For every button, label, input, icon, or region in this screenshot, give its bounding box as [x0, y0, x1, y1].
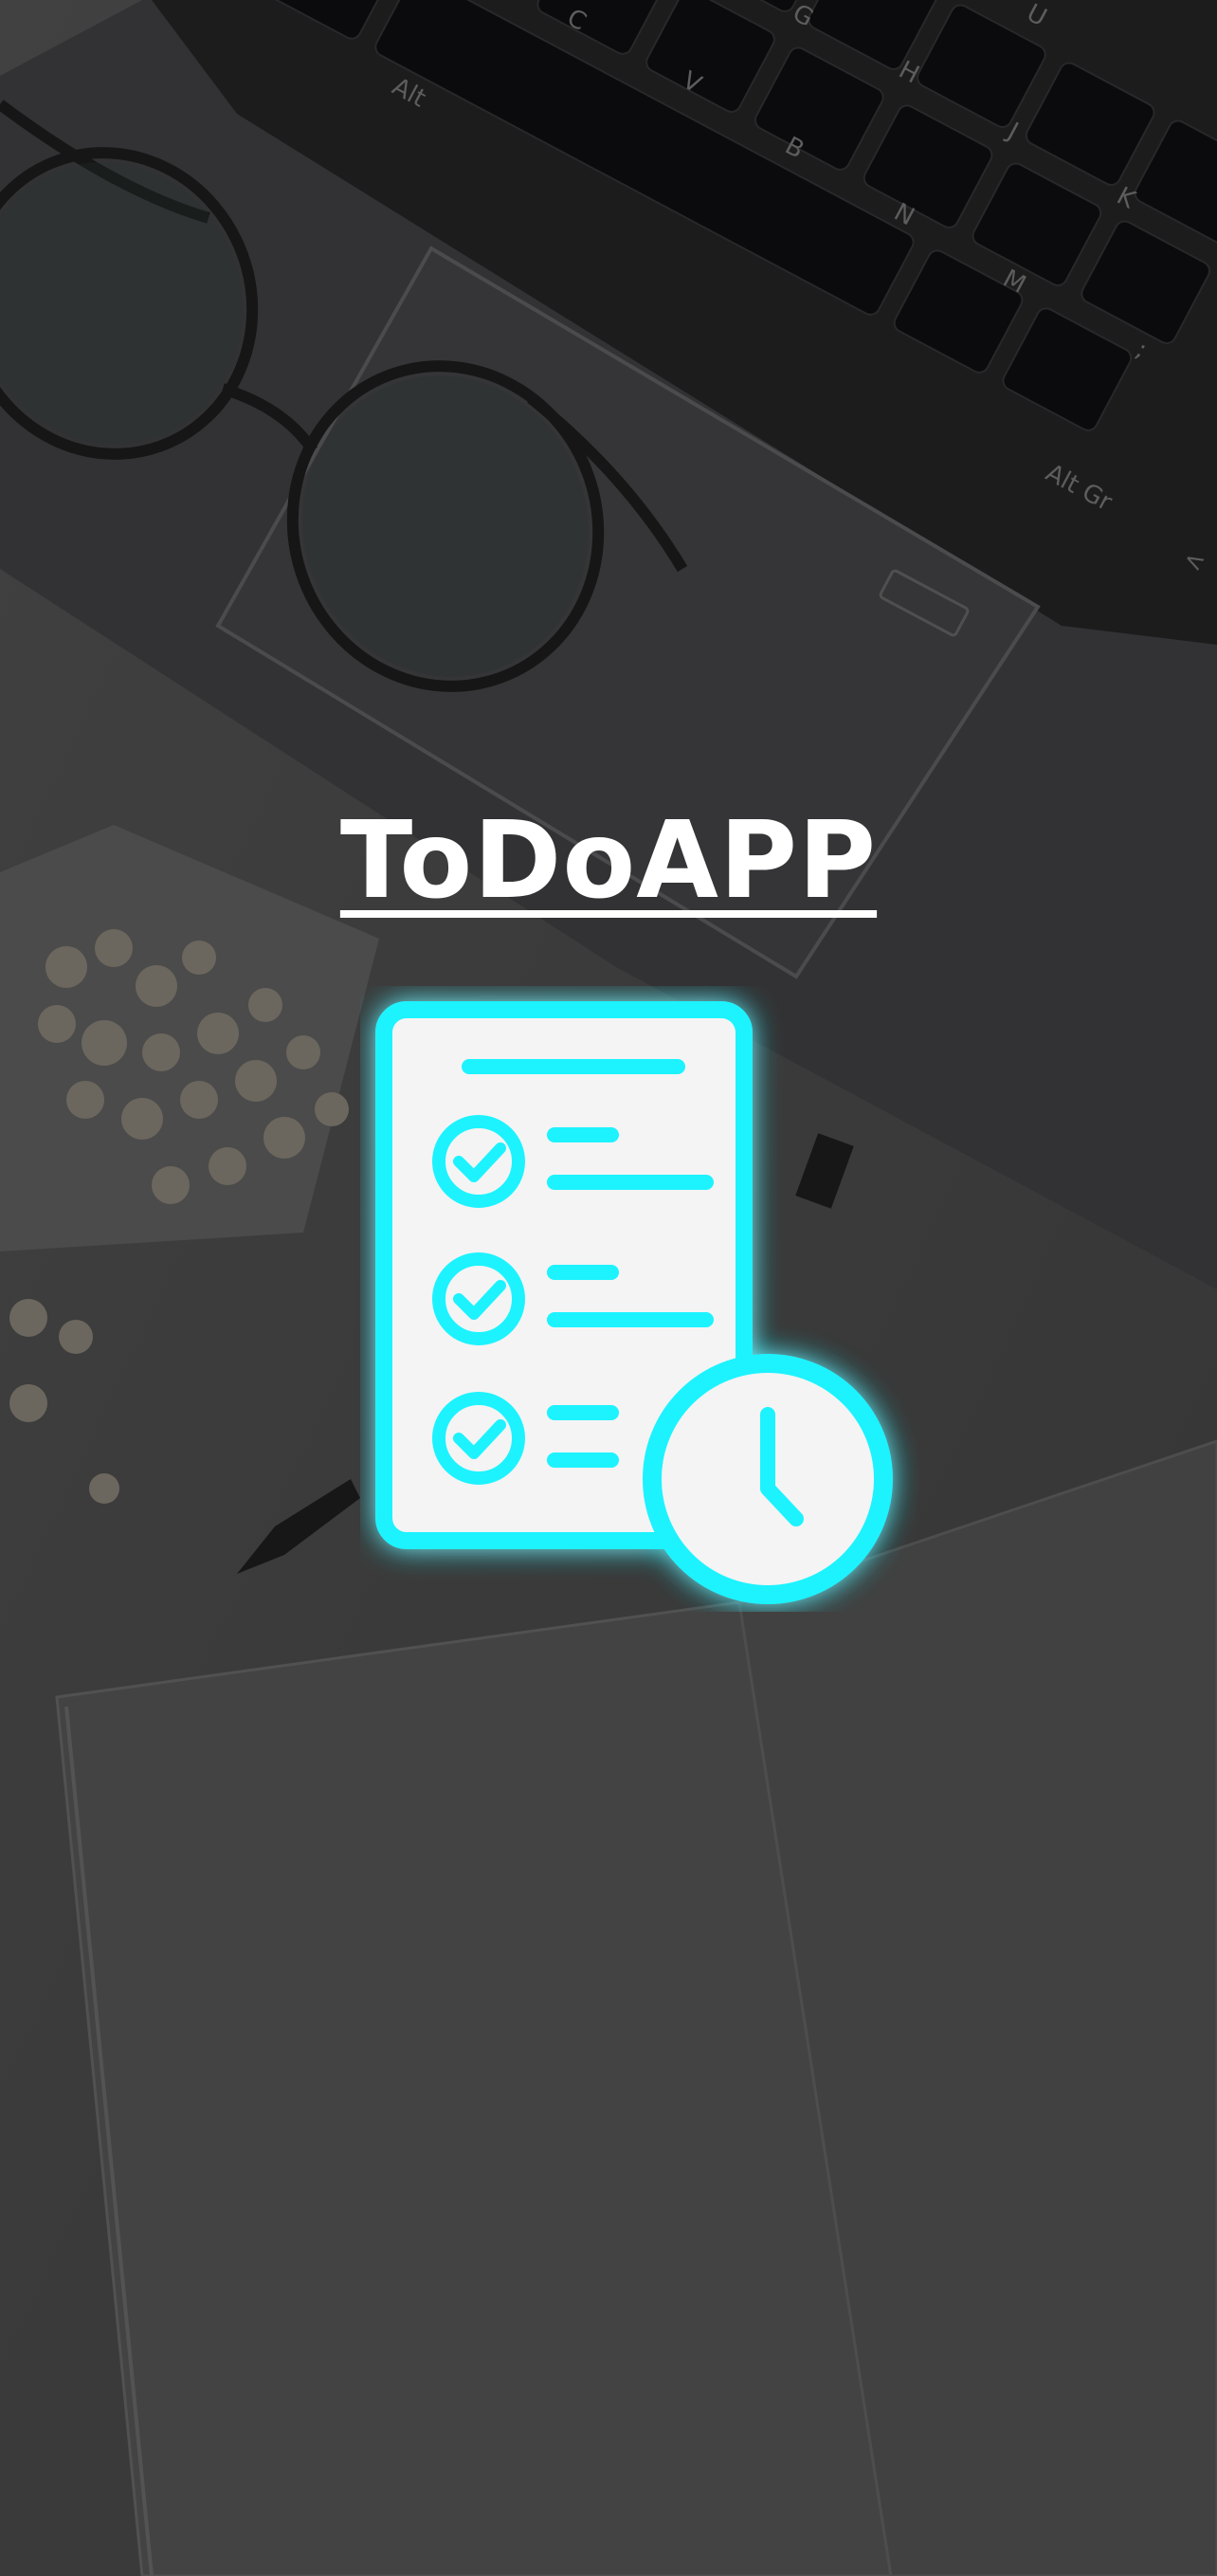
checklist-clock-icon — [375, 1001, 893, 1604]
app-title: ToDoAPP — [339, 799, 878, 923]
